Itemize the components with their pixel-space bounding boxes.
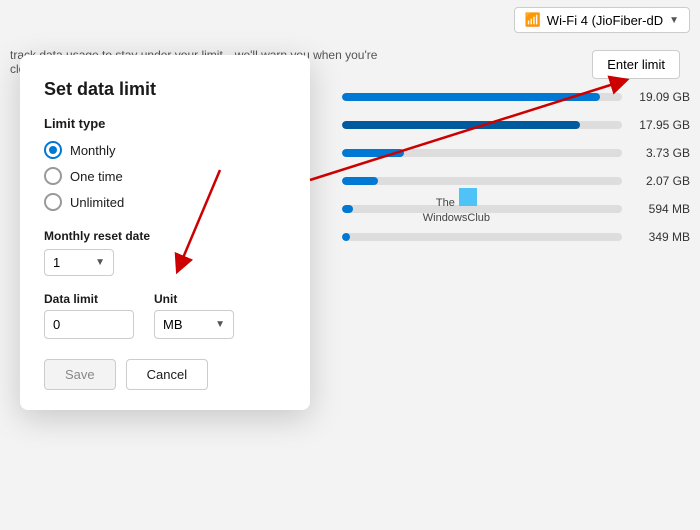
data-row: 19.09 GB [310,90,690,104]
radio-unlimited-label: Unlimited [70,195,124,210]
radio-unlimited[interactable]: Unlimited [44,193,286,211]
unit-label: Unit [154,292,234,306]
radio-monthly-label: Monthly [70,143,116,158]
unit-select[interactable]: MB ▼ [154,310,234,339]
watermark-line2: WindowsClub [423,212,490,224]
save-button[interactable]: Save [44,359,116,390]
bar-container [342,93,622,101]
radio-one-time-circle [44,167,62,185]
data-row: 349 MB [310,230,690,244]
limit-type-radio-group: Monthly One time Unlimited [44,141,286,211]
bar-fill [342,121,580,129]
data-limit-input[interactable] [44,310,134,339]
data-limit-field-group: Data limit [44,292,134,339]
bar-fill [342,177,378,185]
reset-date-label: Monthly reset date [44,229,286,243]
wifi-selector[interactable]: 📶 Wi-Fi 4 (JioFiber-dD ▼ [514,7,690,33]
unit-value: MB [163,317,183,332]
bar-container [342,149,622,157]
chevron-down-icon: ▼ [669,15,679,26]
data-size-label: 349 MB [630,230,690,244]
data-size-label: 3.73 GB [630,146,690,160]
data-row: 3.73 GB [310,146,690,160]
radio-monthly-circle [44,141,62,159]
modal-title: Set data limit [44,79,286,100]
bar-container [342,121,622,129]
bar-fill [342,205,353,213]
watermark-line1: The [436,197,455,209]
data-size-label: 594 MB [630,202,690,216]
bar-fill [342,149,404,157]
wifi-icon: 📶 [525,12,541,28]
modal-footer: Save Cancel [44,359,286,390]
data-limit-label: Data limit [44,292,134,306]
data-size-label: 19.09 GB [630,90,690,104]
set-data-limit-modal: Set data limit Limit type Monthly One ti… [20,55,310,410]
bar-fill [342,233,350,241]
bar-container [342,177,622,185]
data-row: 2.07 GB [310,174,690,188]
unit-chevron-icon: ▼ [215,319,225,330]
watermark: The WindowsClub [423,188,490,227]
unit-field-group: Unit MB ▼ [154,292,234,339]
data-row: 594 MB [310,202,690,216]
radio-unlimited-circle [44,193,62,211]
data-row: 17.95 GB [310,118,690,132]
limit-type-label: Limit type [44,116,286,131]
reset-date-select[interactable]: 1 ▼ [44,249,114,276]
enter-limit-button[interactable]: Enter limit [592,50,680,79]
reset-date-chevron-icon: ▼ [95,257,105,268]
data-size-label: 17.95 GB [630,118,690,132]
bar-container [342,233,622,241]
bar-fill [342,93,600,101]
data-size-label: 2.07 GB [630,174,690,188]
radio-monthly[interactable]: Monthly [44,141,286,159]
radio-one-time[interactable]: One time [44,167,286,185]
top-bar: 📶 Wi-Fi 4 (JioFiber-dD ▼ [0,0,700,40]
reset-date-section: Monthly reset date 1 ▼ [44,229,286,276]
data-usage-list: 19.09 GB 17.95 GB 3.73 GB 2.07 GB 594 MB [310,90,690,258]
cancel-button[interactable]: Cancel [126,359,208,390]
radio-one-time-label: One time [70,169,123,184]
data-limit-section: Data limit Unit MB ▼ [44,292,286,339]
watermark-icon [459,188,477,206]
reset-date-value: 1 [53,255,60,270]
wifi-label: Wi-Fi 4 (JioFiber-dD [547,13,663,28]
